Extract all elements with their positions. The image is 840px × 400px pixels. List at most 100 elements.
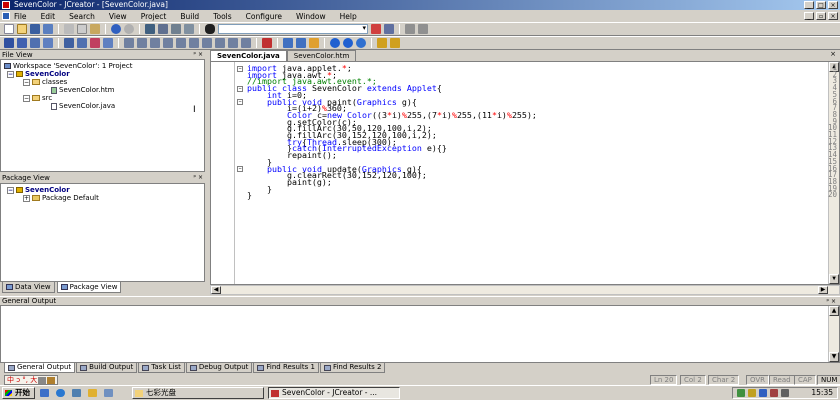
clear-bookmarks-icon[interactable] <box>184 24 194 34</box>
prev-bookmark-icon[interactable] <box>171 24 181 34</box>
run-applet-icon[interactable] <box>356 38 366 48</box>
output-scrollbar[interactable]: ▲ ▼ <box>828 306 839 362</box>
tree-workspace[interactable]: Workspace 'SevenColor': 1 Project <box>4 62 132 70</box>
tab-package-view[interactable]: Package View <box>56 282 122 293</box>
network-icon[interactable] <box>737 389 745 397</box>
toggle-bookmark-icon[interactable] <box>176 38 186 48</box>
uncomment-icon[interactable] <box>163 38 173 48</box>
jcreator-app-icon[interactable] <box>2 1 10 9</box>
lowercase-icon[interactable] <box>228 38 238 48</box>
code-editor[interactable]: ▲ ▼ 1− import java.applet.*; 2 import java.… <box>210 61 840 285</box>
ime-status[interactable]: 中 ᴐ °, 大 <box>7 376 37 384</box>
menu-build[interactable]: Build <box>180 12 199 21</box>
media-icon[interactable] <box>104 389 113 397</box>
menu-search[interactable]: Search <box>69 12 95 21</box>
keyboard-icon[interactable] <box>38 376 47 384</box>
tab-build-output[interactable]: Build Output <box>76 363 138 373</box>
outlook-icon[interactable] <box>72 389 81 397</box>
ime-toolbar[interactable]: 中 ᴐ °, 大 <box>4 374 59 385</box>
tab-find-results-2[interactable]: Find Results 2 <box>319 363 386 373</box>
fold-toggle-icon[interactable]: − <box>237 99 243 105</box>
tree-file-java[interactable]: SevenColor.java <box>51 102 115 110</box>
scroll-up-icon[interactable]: ▲ <box>829 306 839 316</box>
document-icon[interactable] <box>2 12 10 20</box>
rebuild-icon[interactable] <box>309 38 319 48</box>
bookmark-icon[interactable] <box>145 24 155 34</box>
menu-configure[interactable]: Configure <box>246 12 282 21</box>
back-icon[interactable] <box>405 24 415 34</box>
maximize-button[interactable]: □ <box>816 1 826 9</box>
paste-icon[interactable] <box>90 24 100 34</box>
taskbar-item-jcreator[interactable]: SevenColor - JCreator - ... <box>268 387 400 399</box>
package-tree-project[interactable]: − SevenColor <box>7 186 70 194</box>
menu-file[interactable]: File <box>14 12 27 21</box>
close-button[interactable]: × <box>828 1 838 9</box>
ie-icon[interactable] <box>56 389 65 397</box>
scroll-right-icon[interactable]: ▶ <box>818 286 828 294</box>
match-brace-icon[interactable] <box>215 38 225 48</box>
antivirus-icon[interactable] <box>770 389 778 397</box>
tree-folder-classes[interactable]: − classes <box>23 78 67 86</box>
horizontal-scrollbar[interactable]: ◀ ▶ <box>210 285 840 295</box>
fold-toggle-icon[interactable]: − <box>237 85 243 92</box>
ime-menu-icon[interactable] <box>47 376 56 384</box>
menu-window[interactable]: Window <box>296 12 326 21</box>
expand-icon[interactable]: + <box>23 194 30 202</box>
tree-folder-src[interactable]: − src <box>23 94 52 102</box>
minimize-button[interactable]: _ <box>804 1 814 9</box>
file-view-pin-close[interactable]: ᵖ × <box>193 51 203 59</box>
outdent-icon[interactable] <box>137 38 147 48</box>
package-view-pin-close[interactable]: ᵖ × <box>193 174 203 182</box>
menu-edit[interactable]: Edit <box>41 12 56 21</box>
tab-task-list[interactable]: Task List <box>138 363 185 373</box>
output-window-icon[interactable] <box>43 38 53 48</box>
package-tree-default[interactable]: + Package Default <box>23 194 99 202</box>
format-icon[interactable] <box>189 38 199 48</box>
find-in-files-icon[interactable] <box>371 24 381 34</box>
cut-icon[interactable] <box>64 24 74 34</box>
collapse-icon[interactable]: − <box>7 186 14 194</box>
tab-find-results-1[interactable]: Find Results 1 <box>253 363 319 373</box>
collapse-icon[interactable]: − <box>23 78 30 86</box>
tree-file-htm[interactable]: SevenColor.htm <box>51 86 115 94</box>
menu-help[interactable]: Help <box>340 12 357 21</box>
code-line[interactable]: } <box>247 191 252 199</box>
tab-debug-output[interactable]: Debug Output <box>185 363 253 373</box>
display-icon[interactable] <box>781 389 789 397</box>
collapse-icon[interactable]: − <box>23 94 30 102</box>
build-file-icon[interactable] <box>296 38 306 48</box>
desktop-icon[interactable] <box>40 389 49 397</box>
doc-restore-button[interactable]: ▫ <box>816 12 826 20</box>
build-project-icon[interactable] <box>283 38 293 48</box>
indent-icon[interactable] <box>124 38 134 48</box>
clock[interactable]: 15:35 <box>811 388 833 398</box>
volume-icon[interactable] <box>748 389 756 397</box>
debug-icon[interactable] <box>343 38 353 48</box>
open-folder-icon[interactable] <box>17 24 27 34</box>
window-icon[interactable] <box>64 38 74 48</box>
doc-minimize-button[interactable]: _ <box>804 12 814 20</box>
view-icon[interactable] <box>30 38 40 48</box>
save-icon[interactable] <box>30 24 40 34</box>
context-help-icon[interactable] <box>390 38 400 48</box>
tab-sevencolor-java[interactable]: SevenColor.java <box>210 50 287 61</box>
replace-icon[interactable] <box>384 24 394 34</box>
tab-sevencolor-htm[interactable]: SevenColor.htm <box>286 50 357 61</box>
select-icon[interactable] <box>202 38 212 48</box>
scroll-down-icon[interactable]: ▼ <box>829 274 839 284</box>
redo-icon[interactable] <box>124 24 134 34</box>
close-tab-icon[interactable]: × <box>830 50 836 58</box>
execute-icon[interactable] <box>330 38 340 48</box>
menu-tools[interactable]: Tools <box>213 12 231 21</box>
help-icon[interactable] <box>377 38 387 48</box>
find-icon[interactable] <box>205 24 215 34</box>
collapse-icon[interactable]: − <box>7 70 14 78</box>
project-icon[interactable] <box>17 38 27 48</box>
new-file-icon[interactable] <box>4 24 14 34</box>
start-button[interactable]: 开始 <box>2 387 35 399</box>
ime-tray-icon[interactable] <box>759 389 767 397</box>
uppercase-icon[interactable] <box>241 38 251 48</box>
scroll-left-icon[interactable]: ◀ <box>211 286 221 294</box>
menu-view[interactable]: View <box>109 12 127 21</box>
explorer-icon[interactable] <box>88 389 97 397</box>
